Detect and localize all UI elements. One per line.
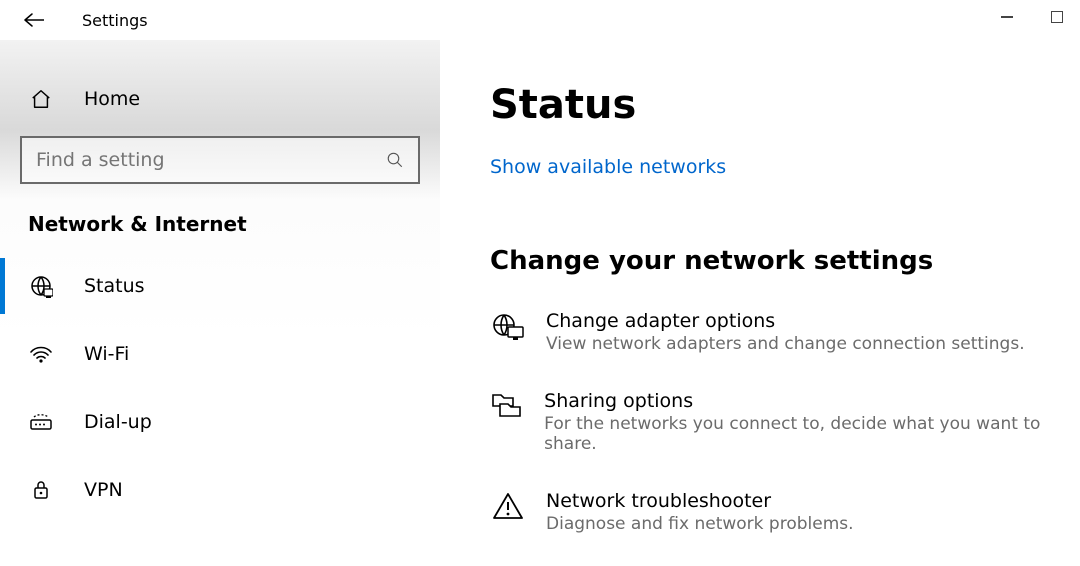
sidebar-item-home[interactable]: Home [0,70,440,128]
sidebar-item-label: Status [84,275,145,297]
sidebar-item-label: VPN [84,479,123,501]
setting-title: Change adapter options [546,310,1025,332]
sidebar-nav-list: Status Wi-Fi Dial-up VPN [0,252,440,524]
setting-desc: View network adapters and change connect… [546,334,1025,354]
sidebar-item-label: Dial-up [84,411,152,433]
home-icon [28,88,54,110]
search-icon [386,151,404,169]
warning-triangle-icon [490,492,526,520]
sidebar-item-status[interactable]: Status [0,252,440,320]
setting-title: Sharing options [544,390,1070,412]
globe-icon [28,274,54,298]
setting-desc: Diagnose and fix network problems. [546,514,854,534]
minimize-icon [1001,16,1013,18]
setting-adapter-options[interactable]: Change adapter options View network adap… [490,310,1070,354]
setting-network-troubleshooter[interactable]: Network troubleshooter Diagnose and fix … [490,490,1070,534]
window-titlebar: Settings [0,0,1080,40]
sidebar: Home Network & Internet Status Wi-Fi [0,40,440,561]
link-show-networks[interactable]: Show available networks [490,156,726,178]
search-box[interactable] [20,136,420,184]
maximize-button[interactable] [1044,4,1070,30]
minimize-button[interactable] [994,4,1020,30]
sidebar-item-label: Home [84,88,140,110]
search-input[interactable] [36,149,386,171]
caption-buttons [994,4,1070,30]
main-content: Status Show available networks Change yo… [440,40,1080,561]
sidebar-item-dialup[interactable]: Dial-up [0,388,440,456]
setting-title: Network troubleshooter [546,490,854,512]
dialup-icon [28,412,54,432]
back-button[interactable] [14,0,54,40]
wifi-icon [28,344,54,364]
sidebar-item-vpn[interactable]: VPN [0,456,440,524]
globe-monitor-icon [490,312,526,342]
sidebar-item-wifi[interactable]: Wi-Fi [0,320,440,388]
maximize-icon [1051,11,1063,23]
window-title: Settings [82,11,148,30]
vpn-icon [28,479,54,501]
section-heading: Change your network settings [490,246,1070,276]
arrow-left-icon [24,13,44,27]
setting-desc: For the networks you connect to, decide … [544,414,1070,454]
page-title: Status [490,82,1070,128]
setting-sharing-options[interactable]: Sharing options For the networks you con… [490,390,1070,454]
sidebar-section-header: Network & Internet [0,206,440,252]
folders-icon [490,392,524,420]
sidebar-item-label: Wi-Fi [84,343,129,365]
